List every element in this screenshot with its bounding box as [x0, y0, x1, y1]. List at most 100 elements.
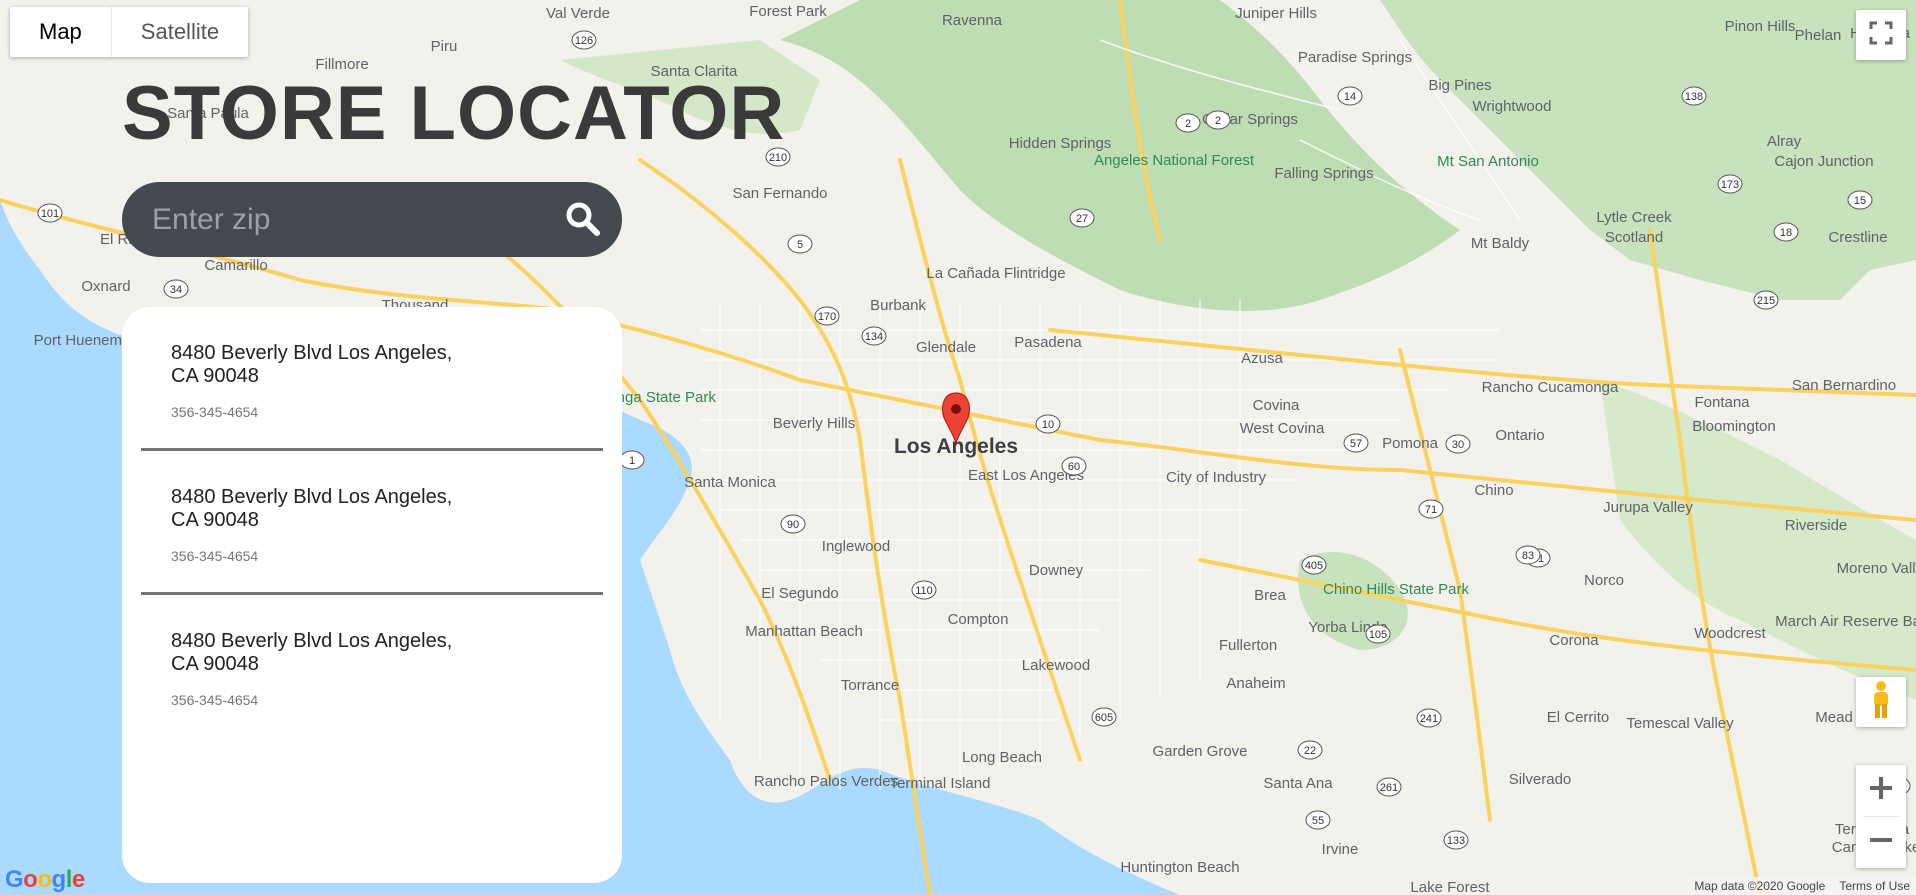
map-place-label: Silverado [1509, 771, 1572, 788]
map-place-label: Falling Springs [1274, 165, 1373, 182]
map-place-label: Downey [1029, 562, 1084, 579]
store-list-item[interactable]: 8480 Beverly Blvd Los Angeles, CA 90048 … [141, 451, 603, 595]
route-number: 134 [865, 331, 883, 343]
zoom-in-button[interactable] [1856, 765, 1906, 816]
map-type-control: Map Satellite [10, 7, 249, 57]
route-number: 138 [1685, 91, 1703, 103]
map-place-label: Mt Baldy [1471, 235, 1530, 252]
map-place-label: Chino Hills State Park [1323, 581, 1469, 598]
map-place-label: El Segundo [761, 585, 839, 602]
route-number: 605 [1095, 712, 1113, 724]
route-shield: 405 [1301, 555, 1327, 575]
route-shield: 215 [1753, 290, 1779, 310]
route-shield: 10 [1035, 414, 1061, 434]
route-number: 60 [1068, 461, 1080, 473]
store-list-item[interactable]: 8480 Beverly Blvd Los Angeles, CA 90048 … [141, 307, 603, 451]
pegman-icon [1868, 680, 1894, 725]
route-number: 90 [787, 519, 799, 531]
route-shield: 605 [1091, 707, 1117, 727]
map-place-label: Angeles National Forest [1094, 152, 1255, 169]
map-place-label: Corona [1549, 632, 1599, 649]
map-place-label: Paradise Springs [1298, 49, 1412, 66]
map-place-label: Piru [431, 38, 458, 55]
route-number: 405 [1305, 560, 1323, 572]
map-place-label: Jurupa Valley [1603, 499, 1693, 516]
map-place-label: Rancho Palos Verdes [754, 773, 898, 790]
map-place-label: Covina [1253, 397, 1300, 414]
route-shield: 5 [787, 234, 813, 254]
map-place-label: Mt San Antonio [1437, 153, 1539, 170]
route-shield: 138 [1681, 86, 1707, 106]
google-logo[interactable]: Google [5, 866, 85, 894]
map-place-label: Fullerton [1219, 637, 1277, 654]
map-place-label: Beverly Hills [773, 415, 856, 432]
map-place-label: Val Verde [546, 5, 610, 22]
map-place-label: Camarillo [204, 257, 267, 274]
route-number: 34 [170, 284, 182, 296]
route-number: 261 [1380, 782, 1398, 794]
map-place-label: Lake Forest [1410, 879, 1490, 895]
map-place-label: City of Industry [1166, 469, 1267, 486]
map-place-label: Oxnard [81, 278, 130, 295]
map-place-label: San Bernardino [1792, 377, 1896, 394]
map-place-label: Forest Park [749, 3, 827, 20]
map-place-label: San Fernando [732, 185, 827, 202]
map-place-label: Bloomington [1692, 418, 1775, 435]
map-place-label: Lakewood [1022, 657, 1090, 674]
map-place-label: Chino [1474, 482, 1513, 499]
map-place-label: Burbank [870, 297, 926, 314]
route-number: 173 [1721, 179, 1739, 191]
map-place-label: Big Pines [1428, 77, 1491, 94]
map-place-label: Santa Monica [684, 474, 776, 491]
zoom-control [1856, 765, 1906, 868]
map-place-label: Ontario [1495, 427, 1544, 444]
route-number: 2 [1185, 118, 1191, 130]
map-place-label: Rancho Cucamonga [1482, 379, 1619, 396]
route-shield: 2 [1205, 110, 1231, 130]
route-shield: 105 [1365, 624, 1391, 644]
route-shield: 241 [1416, 708, 1442, 728]
terms-of-use-link[interactable]: Terms of Use [1839, 879, 1910, 893]
route-number: 22 [1304, 745, 1316, 757]
map-place-label: Huntington Beach [1120, 859, 1239, 876]
map-place-label: Norco [1584, 572, 1624, 589]
map-place-label: March Air Reserve Base [1775, 613, 1916, 630]
route-shield: 15 [1847, 190, 1873, 210]
store-results-panel: 8480 Beverly Blvd Los Angeles, CA 90048 … [122, 307, 622, 883]
zoom-out-button[interactable] [1856, 817, 1906, 868]
store-list-item[interactable]: 8480 Beverly Blvd Los Angeles, CA 90048 … [141, 595, 603, 736]
map-place-label: Scotland [1605, 229, 1663, 246]
map-type-map-button[interactable]: Map [10, 7, 112, 57]
route-number: 15 [1854, 195, 1866, 207]
zip-input[interactable] [150, 201, 534, 238]
map-type-satellite-button[interactable]: Satellite [112, 7, 248, 57]
store-phone: 356-345-4654 [171, 404, 259, 420]
map-place-label: Glendale [916, 339, 976, 356]
route-number: 30 [1452, 439, 1464, 451]
plus-icon [1870, 777, 1892, 804]
route-number: 105 [1369, 629, 1387, 641]
map-place-label: West Covina [1240, 420, 1325, 437]
route-number: 101 [41, 208, 59, 220]
map-place-label: Fontana [1694, 394, 1750, 411]
route-number: 133 [1447, 835, 1465, 847]
map-place-label: Garden Grove [1152, 743, 1247, 760]
route-shield: 110 [911, 580, 937, 600]
route-shield: 34 [163, 279, 189, 299]
route-shield: 173 [1717, 174, 1743, 194]
route-shield: 30 [1445, 434, 1471, 454]
route-shield: 133 [1443, 830, 1469, 850]
zip-search-bar [122, 182, 622, 257]
map-place-label: Alray [1767, 133, 1802, 150]
map-place-label: Pasadena [1014, 334, 1082, 351]
map-place-label: Temescal Valley [1626, 715, 1734, 732]
fullscreen-button[interactable] [1856, 10, 1906, 60]
map-place-label: Irvine [1322, 841, 1359, 858]
search-icon[interactable] [564, 200, 602, 238]
route-number: 2 [1215, 115, 1221, 127]
map-place-label: Pomona [1382, 435, 1439, 452]
map-place-label: Torrance [841, 677, 899, 694]
street-view-button[interactable] [1856, 677, 1906, 727]
map-place-label: Inglewood [822, 538, 890, 555]
route-shield: 90 [780, 514, 806, 534]
